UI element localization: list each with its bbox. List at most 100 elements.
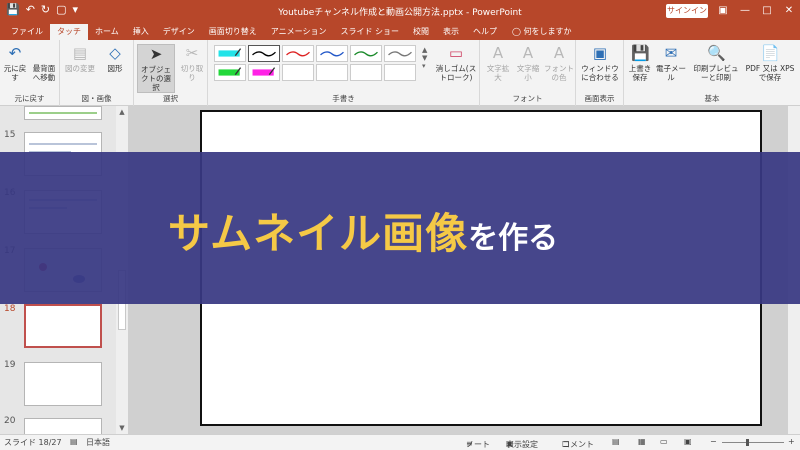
close-icon[interactable]: ✕ [778,0,800,22]
eraser-icon: ▭ [448,44,464,62]
change-picture-button[interactable]: ▤ 図の変更 [64,44,96,73]
tab-view[interactable]: 表示 [436,24,466,40]
tab-animations[interactable]: アニメーション [264,24,334,40]
gallery-scroll-icon[interactable]: ▲ ▼ ▾ [422,46,427,70]
tab-help[interactable]: ヘルプ [466,24,504,40]
eraser-label: 消しゴム(ストローク) [435,64,477,82]
font-color-button[interactable]: A フォントの色 [544,44,574,82]
signin-button[interactable]: サインイン [666,4,708,18]
zoom-slider-handle[interactable] [746,439,749,446]
group-basic-label: 基本 [704,94,720,103]
group-font-label: フォント [512,94,543,103]
tab-review[interactable]: 校閲 [406,24,436,40]
zoom-slider[interactable] [722,439,784,446]
pen-magenta-highlighter[interactable] [248,64,280,81]
tell-me-search[interactable]: ◯ 何をしますか [512,24,572,40]
window-controls: ▣ — □ ✕ [712,0,800,22]
pen-red[interactable] [282,45,314,62]
email-button[interactable]: ✉ 電子メール [654,44,688,82]
slide-thumbnail-18[interactable] [24,304,102,348]
scroll-up-icon[interactable]: ▲ [116,108,128,116]
tab-transitions[interactable]: 画面切り替え [202,24,264,40]
select-object-button[interactable]: ➤ オブジェクトの選択 [137,44,175,93]
slide-number: 19 [4,360,16,370]
tab-slideshow[interactable]: スライド ショー [333,24,406,40]
print-preview-button[interactable]: 🔍 印刷プレビューと印刷 [690,44,742,82]
maximize-icon[interactable]: □ [756,0,778,22]
pen-gallery [214,45,420,83]
font-shrink-icon: A [522,44,534,62]
pen-empty-slot[interactable] [316,64,348,81]
title-bar: 💾 ↶ ↻ ▢ ▾ Youtubeチャンネル作成と動画公開方法.pptx - P… [0,0,800,22]
cut-button[interactable]: ✂ 切り取り [178,44,206,82]
send-to-back-button[interactable]: . 最背面へ移動 [30,44,58,82]
pdf-xps-label: PDF 又は XPS で保存 [745,64,795,82]
save-label: 上書き保存 [628,64,652,82]
group-font: A 文字拡大 A 文字縮小 A フォントの色 フォント [480,40,576,106]
notes-label: ノート [466,440,490,449]
pen-black[interactable] [248,45,280,62]
email-icon: ✉ [664,44,678,62]
slide-thumbnail-20[interactable] [24,418,102,434]
email-label: 電子メール [656,64,686,82]
text-shrink-button[interactable]: A 文字縮小 [514,44,542,82]
fit-window-label: ウィンドウに合わせる [581,64,619,82]
scroll-down-icon[interactable]: ▼ [116,424,128,432]
thumbnail-content [29,143,97,145]
pen-cyan-highlighter[interactable] [214,45,246,62]
reading-view-icon[interactable]: ▭ [660,437,668,446]
tab-insert[interactable]: 挿入 [126,24,156,40]
text-enlarge-button[interactable]: A 文字拡大 [484,44,512,82]
lightbulb-icon: ◯ [512,27,521,36]
group-view-label: 画面表示 [584,94,615,103]
minimize-icon[interactable]: — [734,0,756,22]
save-icon: 💾 [631,44,650,62]
font-color-icon: A [553,44,565,62]
pointer-icon: ➤ [149,45,163,63]
tab-touch[interactable]: タッチ [50,24,88,40]
group-undo-label: 元に戻す [14,94,45,103]
normal-view-icon[interactable]: ▤ [612,437,620,446]
zoom-out-icon[interactable]: − [710,437,717,446]
pen-empty-slot[interactable] [350,64,382,81]
slideshow-icon[interactable]: ▣ [684,437,692,446]
banner-sub-text: を作る [468,221,559,256]
pdf-xps-button[interactable]: 📄 PDF 又は XPS で保存 [742,44,798,82]
pen-green[interactable] [350,45,382,62]
language-label: 日本語 [86,438,110,447]
tab-home[interactable]: ホーム [88,24,126,40]
pen-empty-slot[interactable] [282,64,314,81]
status-bar: スライド 18/27 ▤ 日本語 ≡ ノート ▣ 表示設定 □ コメント ▤ ▦… [0,434,800,450]
undo-icon: ↶ [8,44,22,62]
slide-sorter-icon[interactable]: ▦ [638,437,646,446]
shapes-button[interactable]: ◇ 図形 [100,44,130,73]
zoom-in-icon[interactable]: + [788,437,795,446]
print-preview-label: 印刷プレビューと印刷 [693,64,739,82]
display-settings-label: 表示設定 [506,440,538,449]
fit-window-button[interactable]: ▣ ウィンドウに合わせる [578,44,622,82]
tab-design[interactable]: デザイン [156,24,202,40]
font-grow-icon: A [492,44,504,62]
pen-blue[interactable] [316,45,348,62]
slide-thumbnail-19[interactable] [24,362,102,406]
pen-green-highlighter[interactable] [214,64,246,81]
group-view: ▣ ウィンドウに合わせる 画面表示 [576,40,624,106]
ribbon-display-icon[interactable]: ▣ [712,0,734,22]
picture-icon: ▤ [72,44,88,62]
pen-gray[interactable] [384,45,416,62]
slide-thumbnail-14[interactable] [24,106,102,120]
group-select: ➤ オブジェクトの選択 ✂ 切り取り 選択 [134,40,208,106]
tab-file[interactable]: ファイル [4,24,50,40]
group-undo: ↶ 元に戻す . 最背面へ移動 元に戻す [0,40,60,106]
undo-button[interactable]: ↶ 元に戻す [2,44,28,82]
print-preview-icon: 🔍 [707,44,726,62]
eraser-button[interactable]: ▭ 消しゴム(ストローク) [434,44,478,82]
tell-me-label: 何をしますか [523,27,572,36]
proofing-icon[interactable]: ▤ [70,437,78,446]
save-button[interactable]: 💾 上書き保存 [626,44,654,82]
undo-label: 元に戻す [3,64,27,82]
thumbnail-content [29,112,97,114]
slide-number: 18 [4,304,16,314]
pdf-document-icon: 📄 [761,44,780,62]
pen-empty-slot[interactable] [384,64,416,81]
